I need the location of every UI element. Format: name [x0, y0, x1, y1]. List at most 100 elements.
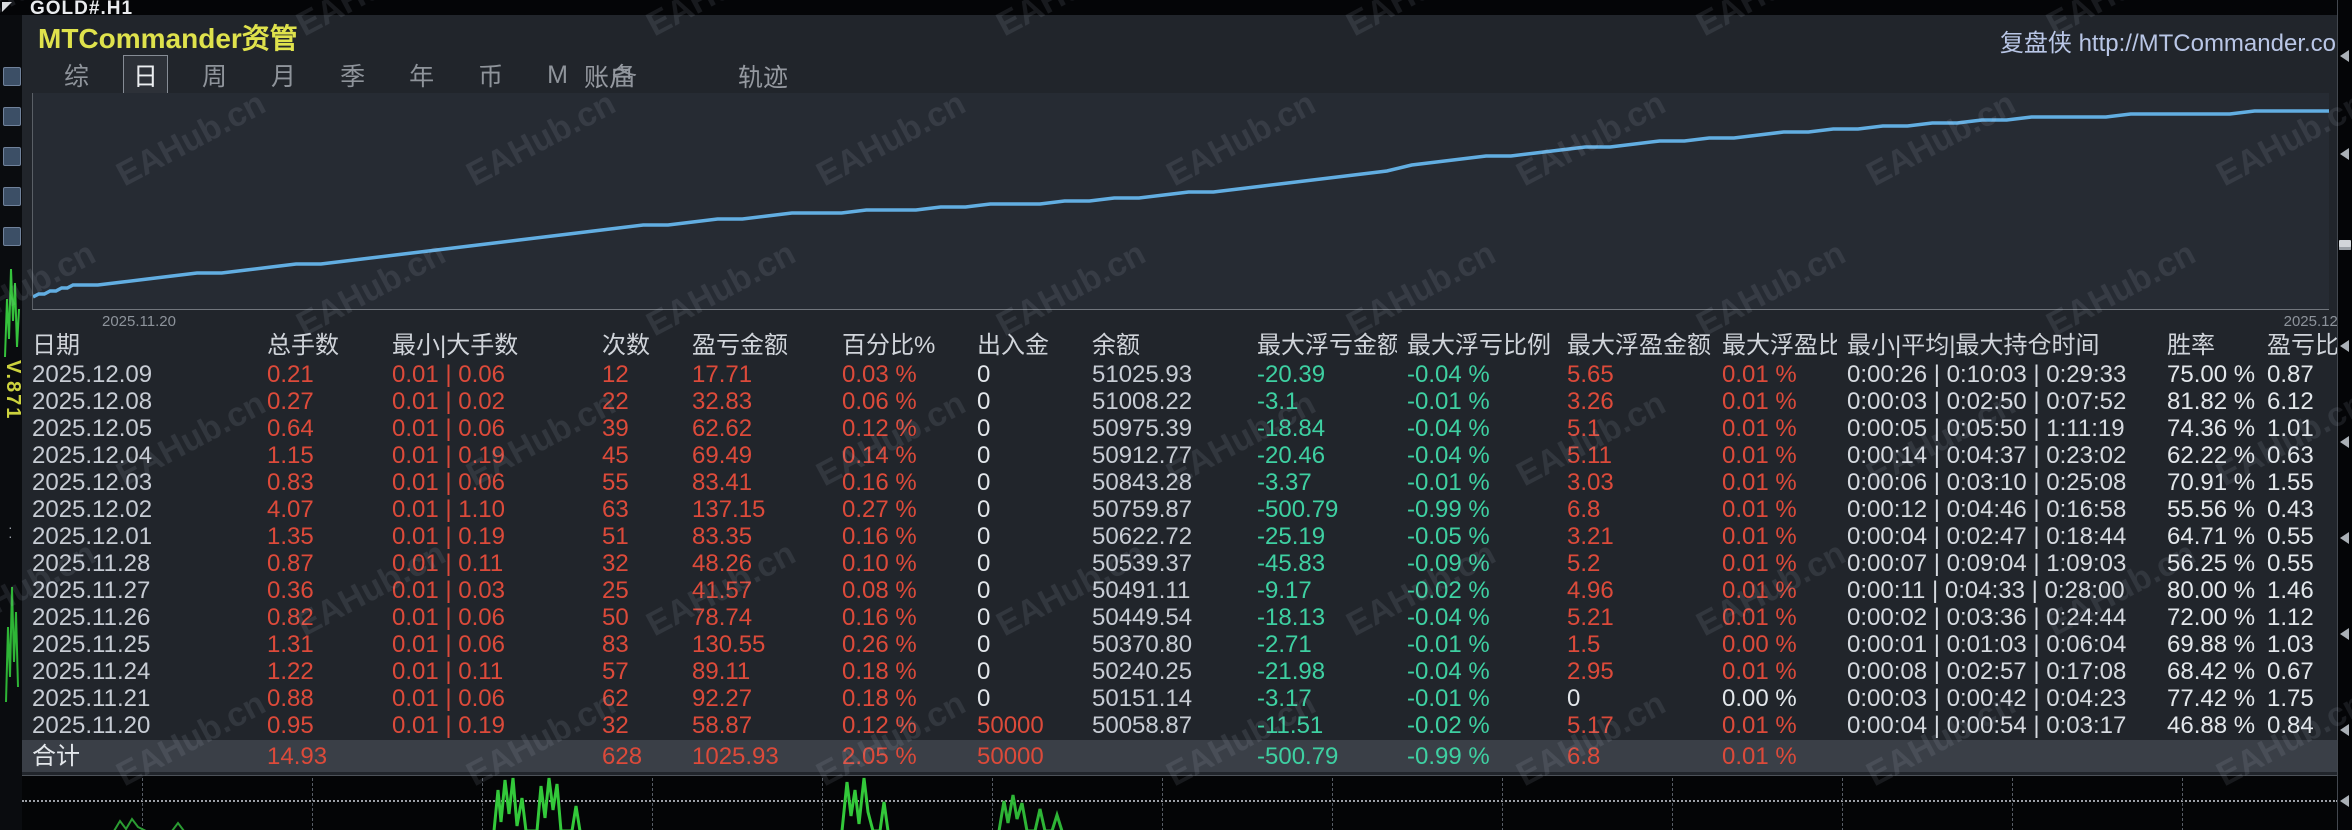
- vendor-link[interactable]: 复盘侠 http://MTCommander.co: [2000, 23, 2336, 58]
- table-cell: 0.82: [267, 604, 314, 631]
- table-row[interactable]: 2025.12.03 0.83 0.01 | 0.06 55 83.41 0.16 % 0 5…: [22, 469, 2338, 496]
- table-cell: -3.37: [1257, 469, 1312, 496]
- table-cell: 1.31: [267, 631, 314, 658]
- table-row[interactable]: 2025.12.04 1.15 0.01 | 0.19 45 69.49 0.14 % 0 5…: [22, 442, 2338, 469]
- equity-curve: [32, 109, 2329, 299]
- table-header-row: 日期 总手数 最小|大手数 次数 盈亏金额 百分比% 出入金 余额 最大浮亏金额 最大浮亏比例 最大…: [22, 329, 2338, 361]
- table-cell: 0.16 %: [842, 604, 917, 631]
- table-cell: 0.27 %: [842, 496, 917, 523]
- table-cell: 0: [977, 685, 991, 712]
- table-cell: 2025.11.21: [32, 685, 151, 712]
- toolbar-icon[interactable]: [3, 107, 21, 126]
- table-row[interactable]: 2025.12.01 1.35 0.01 | 0.19 51 83.35 0.16 % 0 5…: [22, 523, 2338, 550]
- underlying-chart-top-strip: GOLD#.H1: [0, 0, 2352, 19]
- track-button[interactable]: 轨迹: [738, 58, 788, 94]
- table-cell: 0.01 | 0.06: [392, 604, 505, 631]
- table-row[interactable]: 2025.11.21 0.88 0.01 | 0.06 62 92.27 0.18 % 0 5…: [22, 685, 2338, 712]
- column-header: 次数: [602, 331, 650, 359]
- table-row[interactable]: 2025.12.09 0.21 0.01 | 0.06 12 17.71 0.03 % 0 5…: [22, 361, 2338, 388]
- table-cell: 0.21: [267, 361, 314, 388]
- toolbar-icon[interactable]: [3, 67, 21, 86]
- tab-日[interactable]: 日: [123, 55, 169, 95]
- tab-综[interactable]: 综: [54, 55, 99, 95]
- table-cell: 0:00:12 | 0:04:46 | 0:16:58: [1847, 496, 2127, 523]
- table-cell: 51025.93: [1092, 361, 1193, 388]
- toolbar-icon[interactable]: [3, 227, 21, 246]
- period-tab-bar: 综日周月季年币M备: [54, 55, 647, 95]
- table-cell: 4.96: [1567, 577, 1614, 604]
- table-row[interactable]: 2025.12.08 0.27 0.01 | 0.02 22 32.83 0.06 % 0 5…: [22, 388, 2338, 415]
- table-cell: 50491.11: [1092, 577, 1191, 604]
- toolbar-icon[interactable]: [3, 187, 21, 206]
- table-row[interactable]: 2025.12.02 4.07 0.01 | 1.10 63 137.15 0.27 % 0…: [22, 496, 2338, 523]
- candle-sliver: [4, 268, 20, 358]
- table-cell: 50000: [977, 742, 1044, 770]
- table-row[interactable]: 2025.11.27 0.36 0.01 | 0.03 25 41.57 0.08 % 0 5…: [22, 577, 2338, 604]
- price-marker-arrow-icon: [2340, 795, 2349, 807]
- table-row[interactable]: 2025.12.05 0.64 0.01 | 0.06 39 62.62 0.12 % 0 5…: [22, 415, 2338, 442]
- table-cell: 1.03: [2267, 631, 2314, 658]
- tab-币[interactable]: 币: [468, 55, 513, 95]
- table-row[interactable]: 2025.11.24 1.22 0.01 | 0.11 57 89.11 0.18 % 0 5…: [22, 658, 2338, 685]
- table-cell: 0.14 %: [842, 442, 917, 469]
- table-cell: 1.35: [267, 523, 314, 550]
- table-row[interactable]: 2025.11.25 1.31 0.01 | 0.06 83 130.55 0.26 % 0…: [22, 631, 2338, 658]
- table-cell: 50058.87: [1092, 712, 1193, 739]
- table-cell: 89.11: [692, 658, 751, 685]
- table-cell: 0.16 %: [842, 523, 917, 550]
- table-cell: -18.13: [1257, 604, 1326, 631]
- table-cell: 39: [602, 415, 629, 442]
- table-cell: 0.01 %: [1722, 469, 1797, 496]
- panel-title: MTCommander资管: [38, 23, 298, 54]
- table-cell: 69.49: [692, 442, 753, 469]
- tab-M[interactable]: M: [537, 59, 578, 92]
- table-cell: 0.26 %: [842, 631, 917, 658]
- table-cell: 628: [602, 742, 643, 770]
- table-cell: -3.1: [1257, 388, 1299, 415]
- tab-月[interactable]: 月: [261, 55, 306, 95]
- toolbar-icon[interactable]: [3, 147, 21, 166]
- candle-sliver: [5, 586, 19, 703]
- grid-dashed-line: [1502, 778, 1503, 830]
- table-cell: 0:00:02 | 0:03:36 | 0:24:44: [1847, 604, 2127, 631]
- table-cell: 0:00:03 | 0:02:50 | 0:07:52: [1847, 388, 2127, 415]
- table-total-row[interactable]: 合计 14.93 628 1025.93 2.05 % 50000 -500.79 -0.99…: [22, 740, 2338, 772]
- table-cell: 6.8: [1567, 496, 1601, 523]
- price-marker-arrow-icon: [2340, 148, 2349, 160]
- table-row[interactable]: 2025.11.28 0.87 0.01 | 0.11 32 48.26 0.10 % 0 5…: [22, 550, 2338, 577]
- grid-dashed-line: [992, 778, 993, 830]
- column-header: 最大浮亏金额: [1257, 331, 1397, 359]
- table-cell: 0:00:05 | 0:05:50 | 1:11:19: [1847, 415, 2125, 442]
- table-cell: 0.01 | 0.03: [392, 577, 505, 604]
- tab-年[interactable]: 年: [399, 55, 444, 95]
- column-header: 总手数: [267, 331, 339, 359]
- grid-dashed-line: [1332, 778, 1333, 830]
- table-cell: -0.01 %: [1407, 685, 1490, 712]
- table-cell: 51008.22: [1092, 388, 1193, 415]
- table-cell: 0.01 | 0.19: [392, 712, 505, 739]
- table-cell: -2.71: [1257, 631, 1312, 658]
- table-row[interactable]: 2025.11.26 0.82 0.01 | 0.06 50 78.74 0.16 % 0 5…: [22, 604, 2338, 631]
- table-cell: 2025.11.25: [32, 631, 151, 658]
- table-cell: 75.00 %: [2167, 361, 2256, 388]
- table-cell: 0.43: [2267, 496, 2314, 523]
- table-cell: 137.15: [692, 496, 766, 523]
- price-marker-arrow-icon: [2340, 50, 2349, 62]
- table-cell: 64.71 %: [2167, 523, 2256, 550]
- column-header: 最大浮亏比例: [1407, 331, 1551, 359]
- table-cell: 0.01 %: [1722, 550, 1797, 577]
- table-cell: -20.46: [1257, 442, 1326, 469]
- table-cell: 0.87: [2267, 361, 2314, 388]
- column-header: 胜率: [2167, 331, 2215, 359]
- table-cell: 32: [602, 712, 629, 739]
- table-row[interactable]: 2025.11.20 0.95 0.01 | 0.19 32 58.87 0.12 % 50…: [22, 712, 2338, 739]
- table-cell: 1.15: [267, 442, 314, 469]
- table-cell: 62.62: [692, 415, 753, 442]
- account-button[interactable]: 账户: [584, 58, 634, 94]
- tab-周[interactable]: 周: [192, 55, 237, 95]
- table-cell: 0.12 %: [842, 712, 917, 739]
- table-cell: 0.03 %: [842, 361, 917, 388]
- table-cell: 130.55: [692, 631, 766, 658]
- column-header: 最大浮盈比例: [1722, 331, 1837, 359]
- tab-季[interactable]: 季: [330, 55, 375, 95]
